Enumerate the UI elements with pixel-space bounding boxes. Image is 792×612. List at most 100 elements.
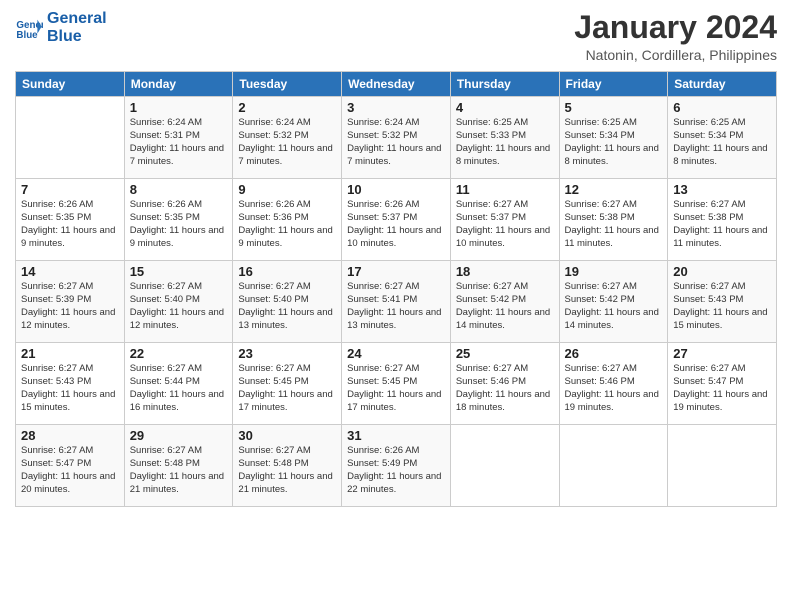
calendar-cell: 12 Sunrise: 6:27 AMSunset: 5:38 PMDaylig… xyxy=(559,179,668,261)
calendar-cell: 21 Sunrise: 6:27 AMSunset: 5:43 PMDaylig… xyxy=(16,343,125,425)
day-number: 23 xyxy=(238,346,336,361)
day-number: 7 xyxy=(21,182,119,197)
logo-icon: General Blue xyxy=(15,14,43,42)
calendar-cell: 14 Sunrise: 6:27 AMSunset: 5:39 PMDaylig… xyxy=(16,261,125,343)
calendar-cell: 7 Sunrise: 6:26 AMSunset: 5:35 PMDayligh… xyxy=(16,179,125,261)
calendar-cell: 6 Sunrise: 6:25 AMSunset: 5:34 PMDayligh… xyxy=(668,97,777,179)
day-header-sunday: Sunday xyxy=(16,72,125,97)
cell-info: Sunrise: 6:27 AMSunset: 5:47 PMDaylight:… xyxy=(21,445,119,496)
day-number: 8 xyxy=(130,182,228,197)
calendar-cell: 25 Sunrise: 6:27 AMSunset: 5:46 PMDaylig… xyxy=(450,343,559,425)
day-number: 9 xyxy=(238,182,336,197)
cell-info: Sunrise: 6:27 AMSunset: 5:42 PMDaylight:… xyxy=(456,281,554,332)
logo-line1: General xyxy=(47,10,107,27)
day-number: 10 xyxy=(347,182,445,197)
calendar-cell: 30 Sunrise: 6:27 AMSunset: 5:48 PMDaylig… xyxy=(233,425,342,507)
calendar-cell: 18 Sunrise: 6:27 AMSunset: 5:42 PMDaylig… xyxy=(450,261,559,343)
cell-info: Sunrise: 6:27 AMSunset: 5:38 PMDaylight:… xyxy=(565,199,663,250)
calendar-cell: 11 Sunrise: 6:27 AMSunset: 5:37 PMDaylig… xyxy=(450,179,559,261)
calendar-cell: 3 Sunrise: 6:24 AMSunset: 5:32 PMDayligh… xyxy=(342,97,451,179)
cell-info: Sunrise: 6:25 AMSunset: 5:34 PMDaylight:… xyxy=(673,117,771,168)
cell-info: Sunrise: 6:27 AMSunset: 5:44 PMDaylight:… xyxy=(130,363,228,414)
day-header-thursday: Thursday xyxy=(450,72,559,97)
cell-info: Sunrise: 6:24 AMSunset: 5:32 PMDaylight:… xyxy=(238,117,336,168)
day-number: 16 xyxy=(238,264,336,279)
calendar-week-row: 21 Sunrise: 6:27 AMSunset: 5:43 PMDaylig… xyxy=(16,343,777,425)
day-number: 5 xyxy=(565,100,663,115)
day-number: 15 xyxy=(130,264,228,279)
day-number: 13 xyxy=(673,182,771,197)
cell-info: Sunrise: 6:27 AMSunset: 5:48 PMDaylight:… xyxy=(130,445,228,496)
cell-info: Sunrise: 6:26 AMSunset: 5:49 PMDaylight:… xyxy=(347,445,445,496)
calendar-week-row: 28 Sunrise: 6:27 AMSunset: 5:47 PMDaylig… xyxy=(16,425,777,507)
day-number: 22 xyxy=(130,346,228,361)
calendar-cell: 22 Sunrise: 6:27 AMSunset: 5:44 PMDaylig… xyxy=(124,343,233,425)
cell-info: Sunrise: 6:26 AMSunset: 5:35 PMDaylight:… xyxy=(130,199,228,250)
day-header-saturday: Saturday xyxy=(668,72,777,97)
cell-info: Sunrise: 6:27 AMSunset: 5:45 PMDaylight:… xyxy=(347,363,445,414)
calendar-cell: 27 Sunrise: 6:27 AMSunset: 5:47 PMDaylig… xyxy=(668,343,777,425)
day-number: 3 xyxy=(347,100,445,115)
day-header-tuesday: Tuesday xyxy=(233,72,342,97)
calendar-cell: 13 Sunrise: 6:27 AMSunset: 5:38 PMDaylig… xyxy=(668,179,777,261)
day-number: 14 xyxy=(21,264,119,279)
day-number: 18 xyxy=(456,264,554,279)
svg-text:Blue: Blue xyxy=(16,29,38,40)
day-number: 26 xyxy=(565,346,663,361)
calendar-cell: 10 Sunrise: 6:26 AMSunset: 5:37 PMDaylig… xyxy=(342,179,451,261)
cell-info: Sunrise: 6:27 AMSunset: 5:43 PMDaylight:… xyxy=(673,281,771,332)
day-header-wednesday: Wednesday xyxy=(342,72,451,97)
cell-info: Sunrise: 6:26 AMSunset: 5:36 PMDaylight:… xyxy=(238,199,336,250)
day-number: 12 xyxy=(565,182,663,197)
cell-info: Sunrise: 6:26 AMSunset: 5:35 PMDaylight:… xyxy=(21,199,119,250)
calendar-cell: 15 Sunrise: 6:27 AMSunset: 5:40 PMDaylig… xyxy=(124,261,233,343)
calendar-cell xyxy=(450,425,559,507)
cell-info: Sunrise: 6:27 AMSunset: 5:42 PMDaylight:… xyxy=(565,281,663,332)
logo: General Blue General Blue xyxy=(15,10,107,45)
calendar-header-row: SundayMondayTuesdayWednesdayThursdayFrid… xyxy=(16,72,777,97)
day-number: 27 xyxy=(673,346,771,361)
calendar-cell: 5 Sunrise: 6:25 AMSunset: 5:34 PMDayligh… xyxy=(559,97,668,179)
calendar-cell: 17 Sunrise: 6:27 AMSunset: 5:41 PMDaylig… xyxy=(342,261,451,343)
day-number: 1 xyxy=(130,100,228,115)
calendar-cell xyxy=(16,97,125,179)
day-number: 21 xyxy=(21,346,119,361)
day-number: 30 xyxy=(238,428,336,443)
calendar-cell: 2 Sunrise: 6:24 AMSunset: 5:32 PMDayligh… xyxy=(233,97,342,179)
calendar-cell: 23 Sunrise: 6:27 AMSunset: 5:45 PMDaylig… xyxy=(233,343,342,425)
cell-info: Sunrise: 6:27 AMSunset: 5:40 PMDaylight:… xyxy=(238,281,336,332)
calendar-cell xyxy=(559,425,668,507)
calendar-cell: 31 Sunrise: 6:26 AMSunset: 5:49 PMDaylig… xyxy=(342,425,451,507)
cell-info: Sunrise: 6:27 AMSunset: 5:43 PMDaylight:… xyxy=(21,363,119,414)
day-number: 6 xyxy=(673,100,771,115)
calendar-cell: 20 Sunrise: 6:27 AMSunset: 5:43 PMDaylig… xyxy=(668,261,777,343)
cell-info: Sunrise: 6:27 AMSunset: 5:48 PMDaylight:… xyxy=(238,445,336,496)
cell-info: Sunrise: 6:27 AMSunset: 5:46 PMDaylight:… xyxy=(565,363,663,414)
day-number: 20 xyxy=(673,264,771,279)
cell-info: Sunrise: 6:26 AMSunset: 5:37 PMDaylight:… xyxy=(347,199,445,250)
calendar-cell: 16 Sunrise: 6:27 AMSunset: 5:40 PMDaylig… xyxy=(233,261,342,343)
calendar-cell: 28 Sunrise: 6:27 AMSunset: 5:47 PMDaylig… xyxy=(16,425,125,507)
cell-info: Sunrise: 6:24 AMSunset: 5:31 PMDaylight:… xyxy=(130,117,228,168)
day-number: 4 xyxy=(456,100,554,115)
title-section: January 2024 Natonin, Cordillera, Philip… xyxy=(574,10,777,63)
cell-info: Sunrise: 6:27 AMSunset: 5:37 PMDaylight:… xyxy=(456,199,554,250)
day-number: 24 xyxy=(347,346,445,361)
cell-info: Sunrise: 6:27 AMSunset: 5:38 PMDaylight:… xyxy=(673,199,771,250)
page: General Blue General Blue January 2024 N… xyxy=(0,0,792,612)
cell-info: Sunrise: 6:25 AMSunset: 5:34 PMDaylight:… xyxy=(565,117,663,168)
cell-info: Sunrise: 6:27 AMSunset: 5:46 PMDaylight:… xyxy=(456,363,554,414)
day-number: 11 xyxy=(456,182,554,197)
cell-info: Sunrise: 6:25 AMSunset: 5:33 PMDaylight:… xyxy=(456,117,554,168)
day-number: 29 xyxy=(130,428,228,443)
calendar-table: SundayMondayTuesdayWednesdayThursdayFrid… xyxy=(15,71,777,507)
month-title: January 2024 xyxy=(574,10,777,45)
day-number: 19 xyxy=(565,264,663,279)
calendar-cell: 29 Sunrise: 6:27 AMSunset: 5:48 PMDaylig… xyxy=(124,425,233,507)
calendar-cell: 9 Sunrise: 6:26 AMSunset: 5:36 PMDayligh… xyxy=(233,179,342,261)
calendar-cell: 8 Sunrise: 6:26 AMSunset: 5:35 PMDayligh… xyxy=(124,179,233,261)
logo-line2: Blue xyxy=(47,28,82,45)
day-header-monday: Monday xyxy=(124,72,233,97)
calendar-week-row: 14 Sunrise: 6:27 AMSunset: 5:39 PMDaylig… xyxy=(16,261,777,343)
cell-info: Sunrise: 6:27 AMSunset: 5:45 PMDaylight:… xyxy=(238,363,336,414)
